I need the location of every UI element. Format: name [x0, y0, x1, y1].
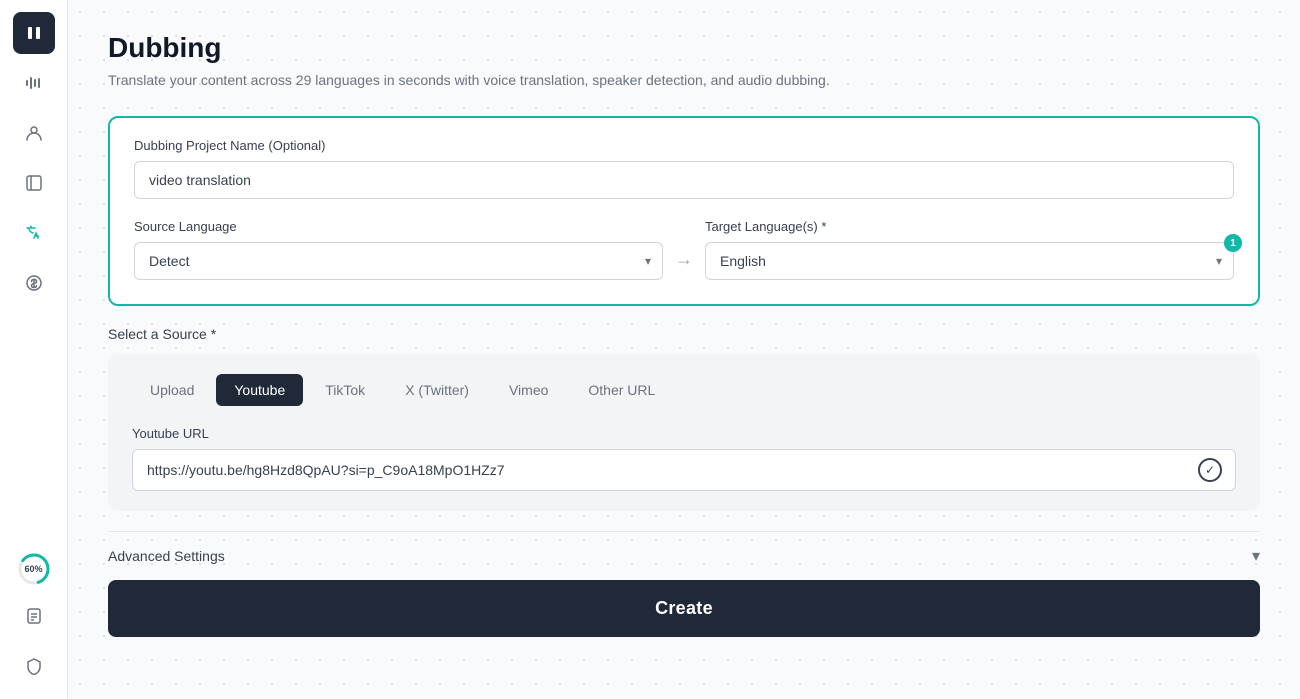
- source-section-label: Select a Source *: [108, 326, 1260, 342]
- target-language-label: Target Language(s) *: [705, 219, 1234, 234]
- dollar-icon[interactable]: [13, 262, 55, 304]
- project-name-input[interactable]: [134, 161, 1234, 199]
- page-subtitle: Translate your content across 29 languag…: [108, 72, 1260, 88]
- source-card: Upload Youtube TikTok X (Twitter) Vimeo …: [108, 354, 1260, 511]
- youtube-url-label: Youtube URL: [132, 426, 1236, 441]
- tab-youtube[interactable]: Youtube: [216, 374, 303, 406]
- advanced-settings-label: Advanced Settings: [108, 548, 225, 564]
- progress-circle: 60%: [16, 551, 52, 587]
- main-content: Dubbing Translate your content across 29…: [68, 0, 1300, 699]
- tab-twitter[interactable]: X (Twitter): [387, 374, 487, 406]
- source-tabs: Upload Youtube TikTok X (Twitter) Vimeo …: [132, 374, 1236, 406]
- arrow-icon: →: [675, 249, 693, 270]
- tab-upload[interactable]: Upload: [132, 374, 212, 406]
- youtube-url-input[interactable]: [132, 449, 1236, 491]
- project-settings-card: Dubbing Project Name (Optional) Source L…: [108, 116, 1260, 306]
- translate-icon[interactable]: [13, 212, 55, 254]
- target-language-group: Target Language(s) * English Spanish Fre…: [705, 219, 1234, 280]
- pause-icon[interactable]: [13, 12, 55, 54]
- youtube-url-wrapper: ✓: [132, 449, 1236, 491]
- progress-label: 60%: [24, 564, 42, 574]
- url-check-icon: ✓: [1198, 458, 1222, 482]
- shield-icon[interactable]: [13, 645, 55, 687]
- project-name-label: Dubbing Project Name (Optional): [134, 138, 1234, 153]
- advanced-settings-chevron: ▾: [1252, 546, 1260, 566]
- user-icon[interactable]: [13, 112, 55, 154]
- source-section: Select a Source * Upload Youtube TikTok …: [108, 326, 1260, 511]
- source-language-label: Source Language: [134, 219, 663, 234]
- advanced-settings-row[interactable]: Advanced Settings ▾: [108, 531, 1260, 580]
- target-language-count-badge: 1: [1224, 234, 1242, 252]
- waveform-icon[interactable]: [13, 62, 55, 104]
- sidebar: 60%: [0, 0, 68, 699]
- tab-vimeo[interactable]: Vimeo: [491, 374, 566, 406]
- source-language-select[interactable]: Detect English Spanish French German: [134, 242, 663, 280]
- source-language-group: Source Language Detect English Spanish F…: [134, 219, 663, 280]
- target-language-select[interactable]: English Spanish French German Japanese: [705, 242, 1234, 280]
- tab-tiktok[interactable]: TikTok: [307, 374, 383, 406]
- page-title: Dubbing: [108, 32, 1260, 64]
- file-icon[interactable]: [13, 595, 55, 637]
- book-icon[interactable]: [13, 162, 55, 204]
- tab-other-url[interactable]: Other URL: [570, 374, 673, 406]
- create-button[interactable]: Create: [108, 580, 1260, 637]
